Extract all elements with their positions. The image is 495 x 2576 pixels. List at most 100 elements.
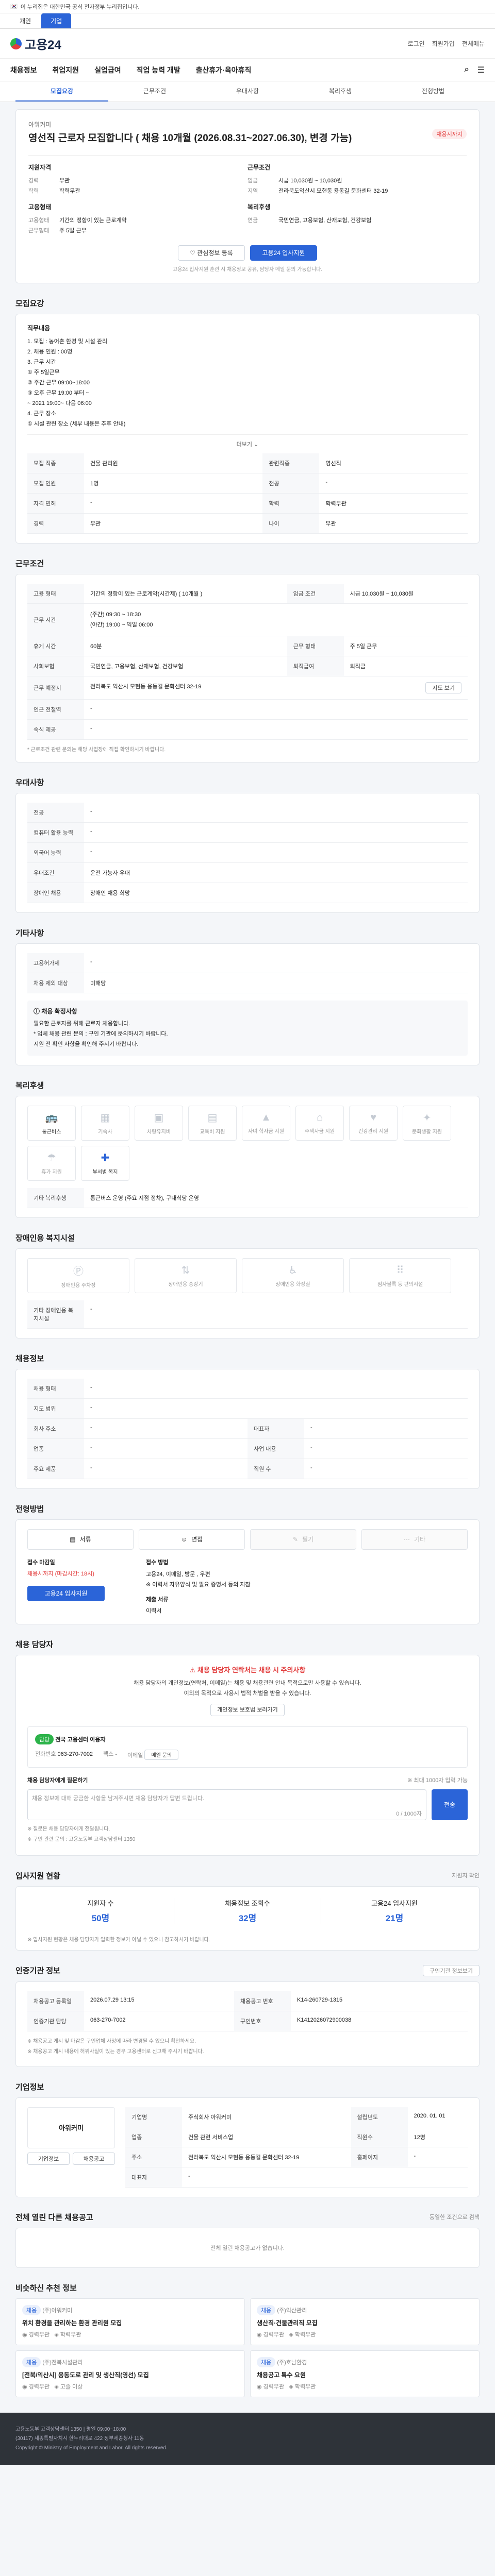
summary-value: 학력무관 bbox=[59, 188, 80, 194]
other-section: 고용허가제 - 채용 제외 대상 미해당 ⓘ 채용 확정사항 필요한 근로자를 위해… bbox=[15, 943, 480, 1065]
person-icon: ◉ bbox=[257, 2331, 263, 2338]
tab-business[interactable]: 기업 bbox=[41, 13, 72, 28]
summary-label: 임금 bbox=[248, 177, 258, 184]
table-value: 60분 bbox=[84, 636, 287, 656]
stat-value: 21명 bbox=[385, 1913, 404, 1923]
table-row: 기타 장애인용 복지시설 - bbox=[27, 1300, 468, 1329]
table-row: 컴퓨터 활용 능력 - bbox=[27, 822, 468, 843]
heart-icon: ♡ bbox=[190, 249, 197, 257]
person-icon: ◉ bbox=[22, 2331, 29, 2338]
all-menu-link[interactable]: 전체메뉴 bbox=[462, 39, 485, 48]
person-icon: ◉ bbox=[22, 2383, 29, 2390]
table-label: 업종 bbox=[27, 1438, 84, 1459]
step-written: ✎ 필기 bbox=[250, 1529, 356, 1550]
tab-preferences[interactable]: 우대사항 bbox=[201, 81, 294, 101]
table-label: 기타 복리후생 bbox=[27, 1188, 84, 1208]
apply-button[interactable]: 고용24 입사지원 bbox=[250, 245, 317, 261]
welfare-label: 휴가 지원 bbox=[41, 1169, 62, 1175]
list-item[interactable]: 채용 (주)아워커미 위치 환경을 관리하는 환경 관리원 모집 ◉ 경력무관 … bbox=[15, 2298, 245, 2345]
table-row: 인근 전철역 - bbox=[27, 699, 468, 720]
recruit-table: 모집 직종 건물 관리원 관련직종 영선직 모집 인원 1명 전공 - 자격 면허 - 학력 학력… bbox=[27, 453, 468, 534]
apply-steps: ▤ 서류 ☺ 면접 ✎ 필기 ⋯ 기타 bbox=[27, 1529, 468, 1550]
tab-conditions[interactable]: 근무조건 bbox=[108, 81, 201, 101]
more-button[interactable]: 더보기 ⌄ bbox=[27, 434, 468, 453]
nav-vocational-training[interactable]: 직업 능력 개발 bbox=[137, 65, 180, 75]
person-icon: ◉ bbox=[257, 2383, 263, 2390]
table-label: 주요 제품 bbox=[27, 1459, 84, 1479]
ticket-icon: ✦ bbox=[422, 1112, 432, 1124]
list-item[interactable]: 채용 (주)익산관리 생산직·건물관리직 모집 ◉ 경력무관 ◈ 학력무관 bbox=[250, 2298, 480, 2345]
summary-label: 고용형태 bbox=[28, 217, 50, 224]
signup-link[interactable]: 회원가입 bbox=[432, 39, 455, 48]
nav-unemployment-benefit[interactable]: 실업급여 bbox=[94, 65, 121, 75]
login-link[interactable]: 로그인 bbox=[408, 39, 425, 48]
tab-apply-method[interactable]: 전형방법 bbox=[387, 81, 480, 101]
privacy-law-button[interactable]: 개인정보 보호법 보러가기 bbox=[210, 1703, 285, 1716]
tab-personal[interactable]: 개인 bbox=[10, 13, 40, 28]
contact-section: ⚠ 채용 담당자 연락처는 채용 시 주의사항 채용 담당자의 개인정보(연락처… bbox=[15, 1654, 480, 1856]
cap-icon: ◈ bbox=[289, 2383, 295, 2390]
table-value: - bbox=[304, 1418, 468, 1439]
restroom-icon: ♿ bbox=[288, 1264, 298, 1276]
summary-value: 국민연금, 고용보험, 산재보험, 건강보험 bbox=[278, 217, 372, 224]
logo-mark-icon bbox=[10, 38, 22, 49]
nav-employment-support[interactable]: 취업지원 bbox=[53, 65, 79, 75]
related-tag: 채용 bbox=[22, 2357, 41, 2367]
table-label: 경력 bbox=[27, 513, 84, 534]
char-counter: 0 / 1000자 bbox=[396, 1810, 422, 1817]
table-label: 대표자 bbox=[125, 2167, 182, 2188]
related-education: 학력무관 bbox=[294, 2331, 316, 2338]
step-label: 기타 bbox=[414, 1536, 426, 1544]
tab-recruit[interactable]: 모집요강 bbox=[15, 81, 108, 101]
welfare-label: 자녀 학자금 지원 bbox=[248, 1128, 284, 1134]
table-value: - bbox=[319, 473, 468, 494]
table-label: 사회보험 bbox=[27, 656, 84, 676]
tab-welfare[interactable]: 복리후생 bbox=[294, 81, 387, 101]
summary-employment-heading: 고용형태 bbox=[28, 203, 52, 211]
inquiry-placeholder: 채용 정보에 대해 궁금한 사항을 남겨주시면 채용 담당자가 답변 드립니다. bbox=[32, 1795, 205, 1802]
table-value: 학력무관 bbox=[319, 493, 468, 514]
deadline-badge: 채용시까지 bbox=[432, 129, 467, 139]
recruit-heading: 모집요강 bbox=[15, 299, 44, 308]
apply-button-bottom[interactable]: 고용24 입사지원 bbox=[27, 1585, 105, 1601]
table-label: 채용 형태 bbox=[27, 1378, 84, 1399]
table-value: - bbox=[84, 699, 468, 720]
disability-icons: Ⓟ 장애인용 주차장 ⇅ 장애인용 승강기 ♿ 장애인용 화장실 ⠿ 점자블록 등 편의… bbox=[27, 1258, 468, 1293]
inquiry-input[interactable]: 채용 정보에 대해 궁금한 사항을 남겨주시면 채용 담당자가 답변 드립니다.… bbox=[27, 1789, 426, 1820]
step-interview: ☺ 면접 bbox=[139, 1529, 245, 1550]
duty-label: 직무내용 bbox=[27, 324, 51, 332]
company-info-button[interactable]: 기업정보 bbox=[27, 2152, 70, 2165]
map-button[interactable]: 지도 보기 bbox=[425, 682, 461, 693]
menu-icon[interactable]: ☰ bbox=[477, 65, 485, 75]
hiring-section: 채용 형태 - 지도 범위 - 회사 주소 - 대표자 - 업종 - 사업 내용 - 주요 제품… bbox=[15, 1368, 480, 1489]
cap-icon: ◈ bbox=[54, 2383, 60, 2390]
people-icon: ☺ bbox=[180, 1535, 188, 1543]
list-item[interactable]: 채용 (주)호남환경 채용공고 특수 요원 ◉ 경력무관 ◈ 학력무관 bbox=[250, 2350, 480, 2397]
table-label: 근무 예정지 bbox=[27, 676, 84, 700]
stat-label: 고용24 입사지원 bbox=[371, 1899, 418, 1907]
logo[interactable]: 고용24 bbox=[10, 35, 61, 53]
warning-icon: ⚠ bbox=[189, 1666, 197, 1674]
company-jobs-button[interactable]: 채용공고 bbox=[73, 2152, 115, 2165]
send-button[interactable]: 전송 bbox=[432, 1789, 468, 1820]
agency-info-button[interactable]: 구인기관 정보보기 bbox=[422, 1964, 480, 1976]
welfare-item: ☂ 휴가 지원 bbox=[27, 1145, 76, 1181]
table-label: 직원 수 bbox=[248, 1459, 304, 1479]
list-item[interactable]: 채용 (주)전북시설관리 [전북/익산시] 용동도로 관리 및 생산직(영선) … bbox=[15, 2350, 245, 2397]
scrap-button[interactable]: ♡ 관심정보 등록 bbox=[178, 245, 245, 261]
search-icon[interactable]: ⌕ bbox=[465, 65, 469, 75]
job-summary: 지원자격 경력 무관 학력 학력무관 고용형태 고용형태 기간의 정함이 있는 근로계… bbox=[28, 155, 467, 236]
table-label: 학력 bbox=[262, 493, 320, 514]
email-button[interactable]: 메일 문의 bbox=[144, 1749, 179, 1760]
similar-search-link[interactable]: 동일한 조건으로 검색 bbox=[430, 2213, 480, 2221]
table-value: K1412026072900038 bbox=[290, 2011, 468, 2031]
period-label: 접수 마감일 bbox=[27, 1559, 55, 1566]
welfare-item: ♥ 건강관리 지원 bbox=[349, 1105, 398, 1141]
nav-jobs[interactable]: 채용정보 bbox=[10, 65, 37, 75]
stats-link[interactable]: 지원자 확인 bbox=[452, 1871, 480, 1879]
related-org: (주)호남환경 bbox=[277, 2359, 307, 2366]
nav-parental-leave[interactable]: 출산휴가·육아휴직 bbox=[196, 65, 252, 75]
table-row: 채용 제외 대상 미해당 bbox=[27, 973, 468, 993]
table-value: 장애인 채용 희망 bbox=[84, 883, 468, 903]
inquiry-label: 채용 담당자에게 질문하기 bbox=[27, 1777, 88, 1784]
